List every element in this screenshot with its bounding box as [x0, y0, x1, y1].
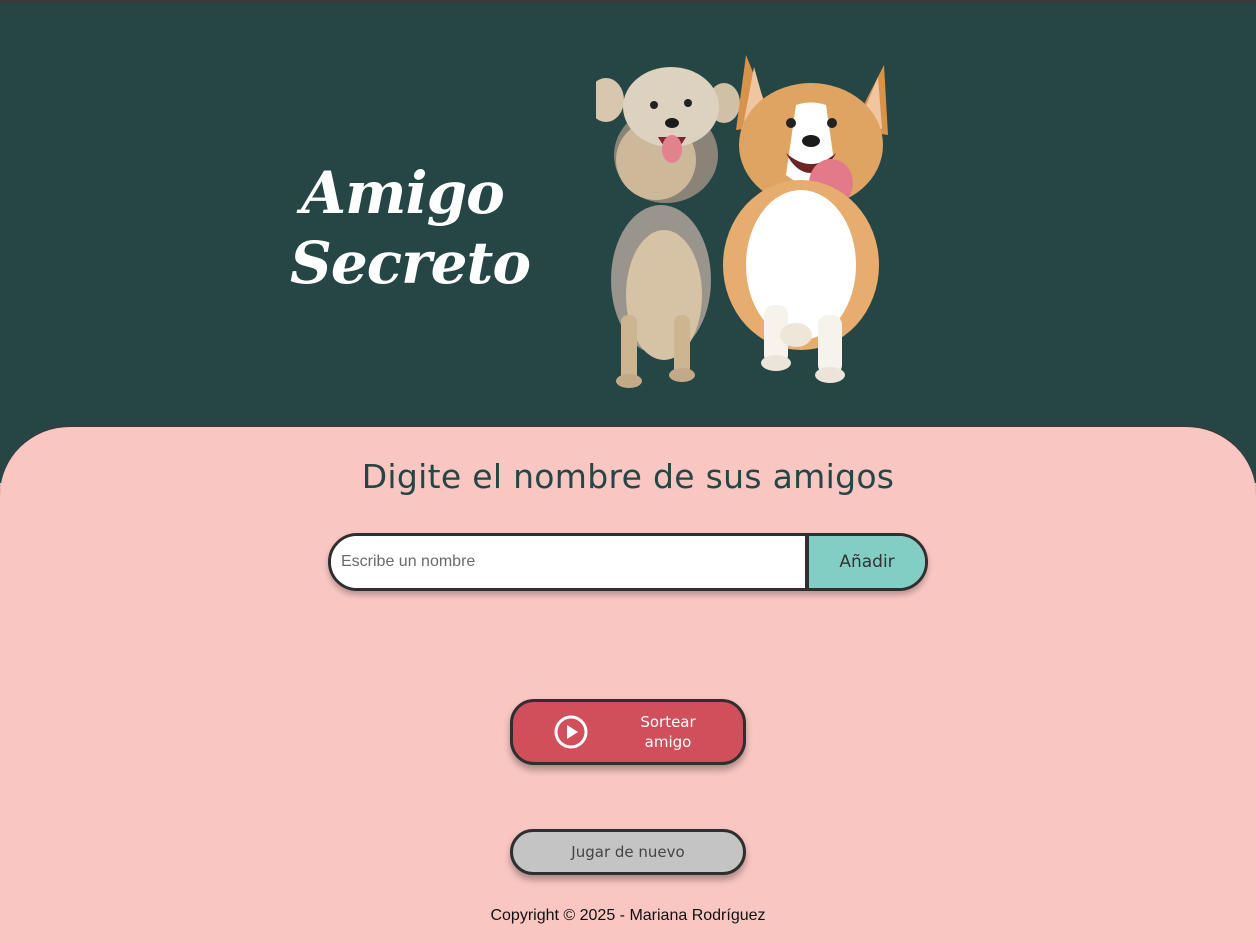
name-input[interactable]: [331, 536, 805, 588]
title-line-1: Amigo: [301, 159, 505, 227]
corgi-dog: [723, 55, 888, 383]
add-button[interactable]: Añadir: [805, 536, 925, 588]
play-circle-icon: [554, 715, 588, 749]
main-section: Digite el nombre de sus amigos Añadir So…: [0, 425, 1256, 943]
add-friend-form: Añadir: [328, 533, 928, 591]
draw-button-label: Sortear amigo: [640, 713, 696, 751]
play-again-button[interactable]: Jugar de nuevo: [510, 829, 746, 875]
footer-copyright: Copyright © 2025 - Mariana Rodríguez: [490, 907, 766, 924]
title-line-2: Secreto: [290, 229, 531, 297]
section-heading: Digite el nombre de sus amigos: [361, 457, 895, 496]
dogs-image: [596, 55, 888, 388]
page-header: Amigo Secreto: [0, 3, 1256, 483]
terrier-dog: [596, 67, 740, 388]
draw-friend-button[interactable]: Sortear amigo: [510, 699, 746, 765]
page-title: Amigo Secreto: [290, 158, 531, 298]
